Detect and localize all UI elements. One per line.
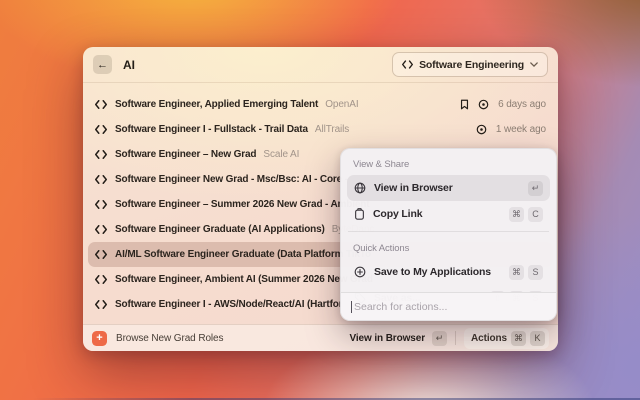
menu-item-view-in-browser[interactable]: View in Browser ↵ xyxy=(347,175,550,201)
c-key-badge: C xyxy=(528,207,543,222)
company-name: Scale AI xyxy=(263,149,299,160)
desktop-background: ← AI Software Engineering Software Engin… xyxy=(0,0,640,400)
section-label: View & Share xyxy=(347,152,550,175)
company-name: OpenAI xyxy=(325,99,358,110)
bookmark-icon xyxy=(460,99,469,110)
primary-action-button[interactable]: View in Browser xyxy=(349,333,425,344)
job-title: Software Engineer I - Fullstack - Trail … xyxy=(115,124,308,135)
job-title: Software Engineer Graduate (AI Applicati… xyxy=(115,224,325,235)
code-brackets-icon xyxy=(95,175,107,184)
chevron-down-icon xyxy=(530,62,538,67)
page-title: AI xyxy=(123,58,135,72)
menu-item-label: Save to My Applications xyxy=(374,266,491,278)
plus-icon: + xyxy=(96,333,102,344)
clipboard-icon xyxy=(354,208,365,220)
menu-item-copy-link[interactable]: Copy Link ⌘ C xyxy=(347,201,550,227)
actions-popup: View & Share View in Browser ↵ Copy Link… xyxy=(340,148,557,321)
job-title: Software Engineer New Grad - Msc/Bsc: AI… xyxy=(115,174,369,185)
section-label: Quick Actions xyxy=(347,236,550,259)
code-brackets-icon xyxy=(95,125,107,134)
globe-icon xyxy=(354,182,366,194)
code-brackets-icon xyxy=(402,60,413,69)
action-bar: + Browse New Grad Roles View in Browser … xyxy=(83,324,558,351)
code-brackets-icon xyxy=(95,200,107,209)
cmd-key-badge: ⌘ xyxy=(509,265,524,280)
code-brackets-icon xyxy=(95,150,107,159)
code-brackets-icon xyxy=(95,300,107,309)
menu-item-label: Copy Link xyxy=(373,208,422,220)
list-item[interactable]: Software Engineer, Applied Emerging Tale… xyxy=(88,92,553,117)
job-title: AI/ML Software Engineer Graduate (Data P… xyxy=(115,249,371,260)
category-dropdown-label: Software Engineering xyxy=(419,59,524,71)
actions-search-bar xyxy=(341,292,556,320)
job-title: Software Engineer, Applied Emerging Tale… xyxy=(115,99,318,110)
window-header: ← AI Software Engineering xyxy=(83,47,558,83)
k-key-badge: K xyxy=(530,331,545,346)
cmd-key-badge: ⌘ xyxy=(511,331,526,346)
return-key-badge: ↵ xyxy=(528,181,543,196)
actions-search-input[interactable] xyxy=(354,301,546,313)
cmd-key-badge: ⌘ xyxy=(509,207,524,222)
geo-pin-icon xyxy=(478,99,489,110)
divider xyxy=(348,231,549,232)
menu-item-label: View in Browser xyxy=(374,182,453,194)
geo-pin-icon xyxy=(476,124,487,135)
code-brackets-icon xyxy=(95,250,107,259)
code-brackets-icon xyxy=(95,275,107,284)
job-title: Software Engineer – Summer 2026 New Grad… xyxy=(115,199,369,210)
s-key-badge: S xyxy=(528,265,543,280)
back-arrow-icon: ← xyxy=(97,59,108,71)
job-title: Software Engineer – New Grad xyxy=(115,149,256,160)
posted-date: 6 days ago xyxy=(498,99,546,110)
circle-plus-icon xyxy=(354,266,366,278)
code-brackets-icon xyxy=(95,100,107,109)
menu-item-save-to-applications[interactable]: Save to My Applications ⌘ S xyxy=(347,259,550,285)
divider xyxy=(455,331,456,345)
return-key-badge: ↵ xyxy=(432,331,447,346)
extension-icon: + xyxy=(92,331,107,346)
back-button[interactable]: ← xyxy=(93,55,112,74)
actions-button-label: Actions xyxy=(471,333,507,344)
text-cursor xyxy=(351,301,352,313)
job-title: Software Engineer, Ambient AI (Summer 20… xyxy=(115,274,373,285)
list-item[interactable]: Software Engineer I - Fullstack - Trail … xyxy=(88,117,553,142)
job-title: Software Engineer I - AWS/Node/React/AI … xyxy=(115,299,369,310)
category-dropdown[interactable]: Software Engineering xyxy=(392,52,548,77)
extension-label: Browse New Grad Roles xyxy=(116,333,223,344)
code-brackets-icon xyxy=(95,225,107,234)
posted-date: 1 week ago xyxy=(496,124,546,135)
company-name: AllTrails xyxy=(315,124,349,135)
actions-button[interactable]: Actions ⌘ K xyxy=(464,328,549,349)
